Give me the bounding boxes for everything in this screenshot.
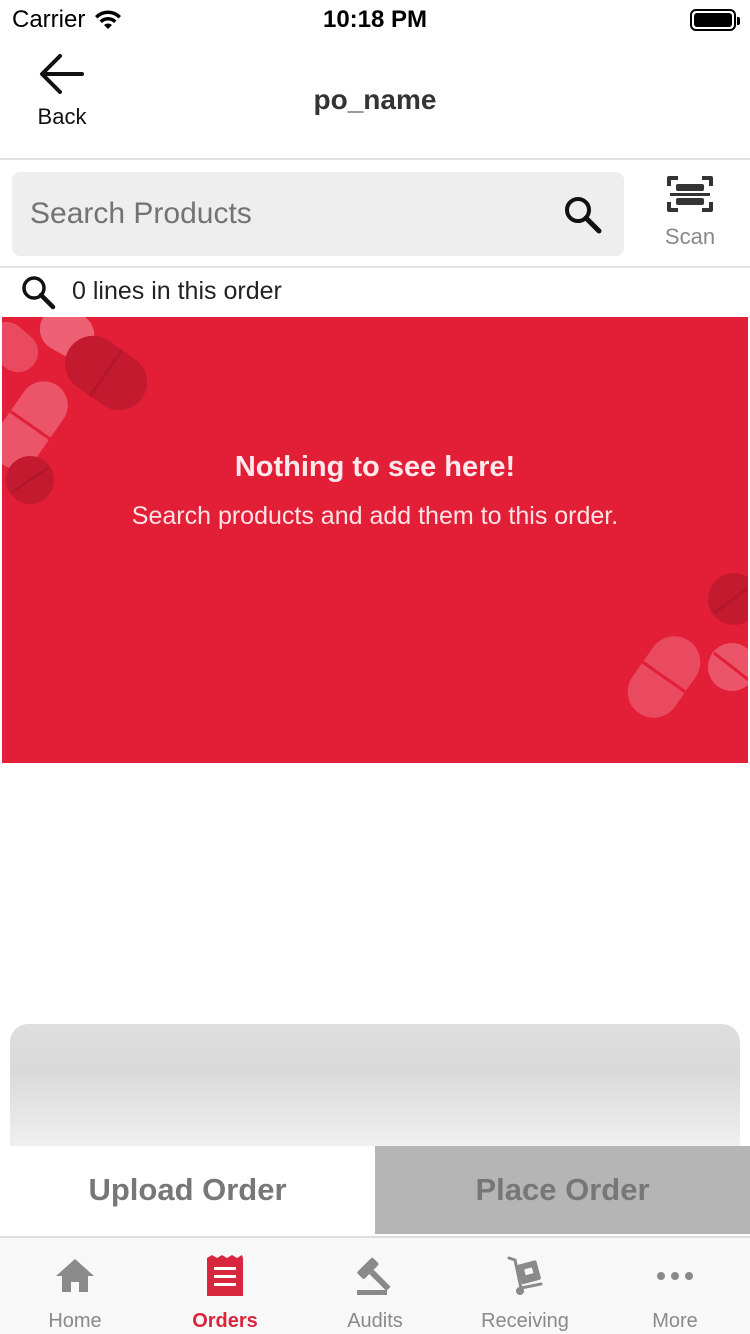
tab-more[interactable]: More — [600, 1238, 750, 1334]
empty-state-title: Nothing to see here! — [234, 451, 516, 483]
upload-order-button[interactable]: Upload Order — [0, 1146, 375, 1234]
order-actions: Upload Order Place Order — [0, 1146, 750, 1234]
status-time: 10:18 PM — [322, 6, 428, 33]
tab-orders[interactable]: Orders — [150, 1238, 300, 1334]
tab-bar: Home Orders Audits Receiving More — [0, 1236, 750, 1334]
tab-label: Receiving — [481, 1310, 569, 1332]
order-lines-row: 0 lines in this order — [0, 270, 750, 316]
search-input[interactable] — [30, 172, 550, 256]
empty-state-panel: Nothing to see here! Search products and… — [2, 317, 748, 763]
search-icon[interactable] — [562, 194, 604, 236]
more-dots-icon — [657, 1272, 693, 1280]
pills-decoration — [2, 317, 748, 718]
nav-bar: Back po_name — [0, 40, 750, 160]
empty-state-subtitle: Search products and add them to this ord… — [131, 502, 619, 530]
tab-label: Orders — [192, 1310, 258, 1332]
home-icon — [56, 1259, 94, 1292]
status-bar: Carrier 10:18 PM — [0, 0, 750, 40]
tab-label: Home — [48, 1310, 102, 1332]
scan-button[interactable]: Scan — [650, 174, 730, 258]
place-order-button[interactable]: Place Order — [375, 1146, 750, 1234]
orders-icon — [207, 1255, 243, 1296]
search-box — [12, 172, 624, 256]
gavel-icon — [357, 1257, 391, 1295]
hand-truck-icon — [507, 1256, 543, 1295]
scan-label: Scan — [664, 224, 716, 249]
order-lines-count: 0 lines in this order — [72, 277, 282, 305]
page-title: po_name — [313, 84, 437, 115]
tab-label: More — [652, 1310, 698, 1332]
tab-receiving[interactable]: Receiving — [450, 1238, 600, 1334]
tab-home[interactable]: Home — [0, 1238, 150, 1334]
battery-icon — [690, 9, 740, 31]
bottom-sheet — [10, 1024, 740, 1154]
tab-label: Audits — [347, 1310, 403, 1332]
search-row: Scan — [0, 160, 750, 268]
tab-audits[interactable]: Audits — [300, 1238, 450, 1334]
search-icon — [22, 276, 56, 310]
barcode-scan-icon — [667, 176, 713, 212]
